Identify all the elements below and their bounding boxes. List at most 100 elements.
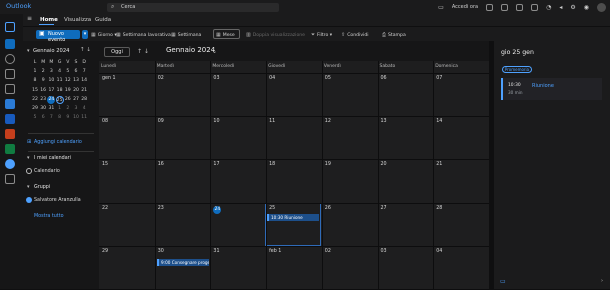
rewards-icon[interactable] [486, 3, 494, 11]
mini-calendar-day[interactable]: 8 [56, 114, 64, 122]
mini-calendar-day[interactable]: 26 [64, 96, 72, 104]
calendar-item[interactable]: Calendario [34, 169, 60, 174]
day-number[interactable]: 05 [325, 76, 331, 81]
group-toggle[interactable] [26, 197, 32, 203]
search-input[interactable]: Cerca [121, 4, 135, 10]
day-number[interactable]: 14 [436, 119, 442, 124]
mini-calendar-day[interactable]: 2 [64, 105, 72, 113]
chevron-down-icon[interactable]: ▾ [27, 48, 30, 54]
onedrive-icon[interactable] [5, 159, 15, 169]
people-icon[interactable] [5, 54, 15, 64]
video-icon[interactable]: ▭ [438, 4, 444, 11]
avatar[interactable] [597, 2, 606, 12]
mini-calendar-day[interactable]: 17 [47, 87, 55, 95]
new-event-dropdown[interactable]: ▾ [82, 30, 88, 39]
mail-icon[interactable] [5, 22, 15, 32]
day-number[interactable]: 04 [269, 76, 275, 81]
mini-calendar-day[interactable]: 9 [39, 77, 47, 85]
mini-calendar-day[interactable]: 14 [80, 77, 88, 85]
mini-calendar-day[interactable]: 9 [64, 114, 72, 122]
mini-calendar-day[interactable]: 12 [64, 77, 72, 85]
mini-calendar-day[interactable]: 13 [72, 77, 80, 85]
calendar-icon[interactable] [5, 39, 15, 49]
word-icon[interactable] [516, 3, 524, 11]
todo-icon[interactable] [5, 99, 15, 109]
mini-calendar-day[interactable]: 4 [56, 68, 64, 76]
mini-calendar-day[interactable]: 8 [31, 77, 39, 85]
group-item[interactable]: Salvatore Aranzulla [34, 198, 81, 203]
day-number[interactable]: 26 [325, 206, 331, 211]
calendar-toggle[interactable] [26, 168, 32, 174]
groups-icon[interactable] [5, 69, 15, 79]
mini-calendar-day[interactable]: 23 [39, 96, 47, 104]
mini-calendar-day[interactable]: 1 [31, 68, 39, 76]
split-view-button[interactable]: ▥ Doppia visualizzazione [246, 32, 305, 38]
mini-calendar-day[interactable]: 5 [31, 114, 39, 122]
groups-header[interactable]: Gruppi [34, 185, 50, 190]
day-number[interactable]: 30 [158, 249, 164, 254]
excel-app-icon[interactable] [5, 144, 15, 154]
print-button[interactable]: ⎙ Stampa [382, 32, 406, 38]
more-apps-icon[interactable] [5, 174, 15, 184]
calendar-event[interactable]: 9:00 Consegnare progetti [157, 259, 209, 266]
mini-calendar-day[interactable]: 3 [72, 105, 80, 113]
day-number[interactable]: 28 [436, 206, 442, 211]
day-number[interactable]: 04 [436, 249, 442, 254]
lightbulb-icon[interactable]: ◉ [584, 4, 589, 11]
day-number[interactable]: 03 [381, 249, 387, 254]
mini-calendar-day[interactable]: 3 [47, 68, 55, 76]
search-box[interactable]: ⌕ Cerca [107, 3, 279, 12]
day-number[interactable]: 27 [381, 206, 387, 211]
day-number[interactable]: feb 1 [269, 249, 281, 254]
filter-button[interactable]: ⏷ Filtro ▾ [311, 32, 332, 38]
mini-calendar-day[interactable]: 28 [80, 96, 88, 104]
mini-calendar-day[interactable]: 7 [80, 68, 88, 76]
agenda-pill[interactable]: Promemoria [502, 66, 532, 73]
attach-icon[interactable] [5, 84, 15, 94]
bell-icon[interactable]: ◔ [546, 4, 551, 11]
day-number[interactable]: 15 [102, 162, 108, 167]
new-event-button[interactable]: ▣ Nuovo evento [36, 30, 80, 43]
work-week-view-button[interactable]: ▦ Settimana lavorativa [116, 32, 171, 38]
day-number[interactable]: 19 [325, 162, 331, 167]
mini-calendar-day[interactable]: 4 [80, 105, 88, 113]
day-number[interactable]: 11 [269, 119, 275, 124]
calendar-event[interactable]: 10:30 Riunione [267, 214, 319, 221]
word-app-icon[interactable] [5, 114, 15, 124]
my-calendars-header[interactable]: I miei calendari [34, 156, 71, 161]
mini-calendar-day[interactable]: 11 [80, 114, 88, 122]
day-number[interactable]: 12 [325, 119, 331, 124]
mini-calendar-nav[interactable]: ↑ ↓ [80, 47, 91, 53]
mini-calendar-day[interactable]: 6 [72, 68, 80, 76]
show-all-link[interactable]: Mostra tutto [34, 214, 64, 219]
day-number[interactable]: gen 1 [102, 76, 116, 81]
share-button[interactable]: ⇪ Condividi [341, 32, 369, 38]
day-number[interactable]: 22 [102, 206, 108, 211]
chevron-down-icon[interactable]: ⌄ [212, 48, 217, 55]
mini-calendar-day[interactable]: 19 [64, 87, 72, 95]
day-number[interactable]: 06 [381, 76, 387, 81]
month-nav-arrows[interactable]: ↑ ↓ [137, 48, 149, 55]
tab-home[interactable]: Home [40, 17, 58, 23]
day-number[interactable]: 20 [381, 162, 387, 167]
teams-icon[interactable] [501, 3, 509, 11]
agenda-event[interactable]: 10:30 30 min Riunione [501, 78, 602, 100]
day-number[interactable]: 29 [102, 249, 108, 254]
tab-view[interactable]: Visualizza [64, 17, 91, 23]
mini-calendar-day[interactable]: 25 [55, 95, 64, 104]
expand-panel-icon[interactable]: ▭ [500, 278, 506, 285]
day-number[interactable]: 23 [158, 206, 164, 211]
mini-calendar-day[interactable]: 22 [31, 96, 39, 104]
menu-icon[interactable]: ≡ [27, 15, 32, 22]
mini-calendar-day[interactable]: 18 [56, 87, 64, 95]
meet-now-button[interactable]: Accedi ora [452, 4, 478, 10]
day-number[interactable]: 07 [436, 76, 442, 81]
mini-calendar-day[interactable]: 15 [31, 87, 39, 95]
gear-icon[interactable]: ⚙ [570, 4, 575, 11]
chevron-down-icon[interactable]: ▾ [27, 155, 30, 161]
month-label[interactable]: Gennaio 2024 [166, 46, 215, 54]
day-number[interactable]: 17 [213, 162, 219, 167]
day-number[interactable]: 13 [381, 119, 387, 124]
day-number[interactable]: 21 [436, 162, 442, 167]
mini-calendar-day[interactable]: 10 [47, 77, 55, 85]
